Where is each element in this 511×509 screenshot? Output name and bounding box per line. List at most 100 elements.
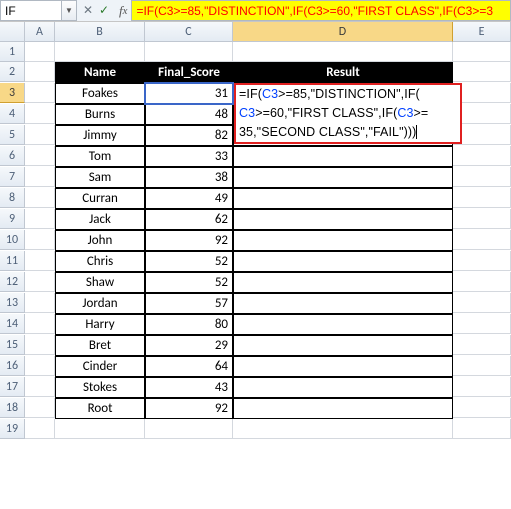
cell[interactable] <box>453 251 511 271</box>
cell[interactable] <box>25 104 55 124</box>
cell-name[interactable]: Burns <box>55 104 145 125</box>
enter-icon[interactable]: ✓ <box>97 3 111 18</box>
cell-result[interactable] <box>233 356 453 377</box>
table-header-score[interactable]: Final_Score <box>145 62 233 83</box>
cell[interactable] <box>453 314 511 334</box>
formula-edit-overlay[interactable]: =IF(C3>=85,"DISTINCTION",IF(C3>=60,"FIRS… <box>234 83 462 144</box>
row-header[interactable]: 2 <box>0 62 25 82</box>
cell[interactable] <box>25 356 55 376</box>
row-header[interactable]: 7 <box>0 167 25 187</box>
cell[interactable] <box>25 251 55 271</box>
row-header[interactable]: 9 <box>0 209 25 229</box>
row-header[interactable]: 5 <box>0 125 25 145</box>
row-header[interactable]: 13 <box>0 293 25 313</box>
cell[interactable] <box>25 188 55 208</box>
cell[interactable] <box>25 167 55 187</box>
cell-score[interactable]: 48 <box>145 104 233 125</box>
cell-score[interactable]: 52 <box>145 272 233 293</box>
cell[interactable] <box>453 293 511 313</box>
cell[interactable] <box>453 230 511 250</box>
col-header-B[interactable]: B <box>55 22 145 42</box>
cell[interactable] <box>25 146 55 166</box>
cell-score[interactable]: 33 <box>145 146 233 167</box>
cell-result[interactable] <box>233 314 453 335</box>
cell-score[interactable]: 80 <box>145 314 233 335</box>
cell-score[interactable]: 64 <box>145 356 233 377</box>
row-header[interactable]: 1 <box>0 42 25 62</box>
cell-name[interactable]: Stokes <box>55 377 145 398</box>
cell-name[interactable]: Chris <box>55 251 145 272</box>
cell-score[interactable]: 31 <box>145 83 233 104</box>
cancel-icon[interactable]: ✕ <box>81 3 95 18</box>
cell[interactable] <box>25 335 55 355</box>
row-header[interactable]: 3 <box>0 83 25 103</box>
table-header-name[interactable]: Name <box>55 62 145 83</box>
cell-score[interactable]: 62 <box>145 209 233 230</box>
cell-result[interactable] <box>233 377 453 398</box>
cell[interactable] <box>25 419 55 439</box>
row-header[interactable]: 16 <box>0 356 25 376</box>
cell-score[interactable]: 92 <box>145 230 233 251</box>
cell-name[interactable]: Jimmy <box>55 125 145 146</box>
cell-result[interactable] <box>233 188 453 209</box>
cell[interactable] <box>453 335 511 355</box>
cell[interactable] <box>25 272 55 292</box>
cell[interactable] <box>453 167 511 187</box>
cell-score[interactable]: 82 <box>145 125 233 146</box>
cell[interactable] <box>453 62 511 82</box>
cell-score[interactable] <box>145 419 233 439</box>
cell-result[interactable] <box>233 146 453 167</box>
cell-result[interactable] <box>233 209 453 230</box>
select-all-corner[interactable] <box>0 22 25 42</box>
row-header[interactable]: 11 <box>0 251 25 271</box>
cell-result[interactable] <box>233 293 453 314</box>
cell[interactable] <box>25 209 55 229</box>
name-box[interactable]: IF <box>0 0 62 21</box>
cell[interactable] <box>25 83 55 103</box>
cell[interactable] <box>453 419 511 439</box>
cell-score[interactable]: 49 <box>145 188 233 209</box>
cell-score[interactable]: 57 <box>145 293 233 314</box>
row-header[interactable]: 19 <box>0 419 25 439</box>
cell-score[interactable]: 92 <box>145 398 233 419</box>
cell[interactable] <box>25 398 55 418</box>
cell[interactable] <box>25 230 55 250</box>
cell-score[interactable]: 43 <box>145 377 233 398</box>
cell-result[interactable] <box>233 419 453 439</box>
cell[interactable] <box>453 209 511 229</box>
cell-name[interactable]: Tom <box>55 146 145 167</box>
cell-result[interactable] <box>233 167 453 188</box>
row-header[interactable]: 17 <box>0 377 25 397</box>
cell[interactable] <box>453 42 511 62</box>
row-header[interactable]: 12 <box>0 272 25 292</box>
cell-name[interactable]: Harry <box>55 314 145 335</box>
name-box-dropdown[interactable]: ▼ <box>62 0 77 21</box>
cell[interactable] <box>453 188 511 208</box>
cell[interactable] <box>25 293 55 313</box>
cell[interactable] <box>453 146 511 166</box>
cell[interactable] <box>233 42 453 62</box>
cell[interactable] <box>145 42 233 62</box>
cell-result[interactable] <box>233 272 453 293</box>
cell-name[interactable]: Sam <box>55 167 145 188</box>
fx-icon[interactable]: fx <box>115 0 131 21</box>
cell-score[interactable]: 38 <box>145 167 233 188</box>
cell-name[interactable] <box>55 419 145 439</box>
cell-result[interactable] <box>233 230 453 251</box>
cell-name[interactable]: Curran <box>55 188 145 209</box>
row-header[interactable]: 14 <box>0 314 25 334</box>
row-header[interactable]: 8 <box>0 188 25 208</box>
cell-name[interactable]: Bret <box>55 335 145 356</box>
cell-name[interactable]: Jack <box>55 209 145 230</box>
cell[interactable] <box>25 377 55 397</box>
table-header-result[interactable]: Result <box>233 62 453 83</box>
cell-name[interactable]: Foakes <box>55 83 145 104</box>
row-header[interactable]: 10 <box>0 230 25 250</box>
cell[interactable] <box>25 42 55 62</box>
cell-name[interactable]: John <box>55 230 145 251</box>
col-header-E[interactable]: E <box>453 22 511 42</box>
cell-result[interactable] <box>233 251 453 272</box>
cell-name[interactable]: Jordan <box>55 293 145 314</box>
formula-bar[interactable]: =IF(C3>=85,"DISTINCTION",IF(C3>=60,"FIRS… <box>131 0 511 21</box>
row-header[interactable]: 6 <box>0 146 25 166</box>
